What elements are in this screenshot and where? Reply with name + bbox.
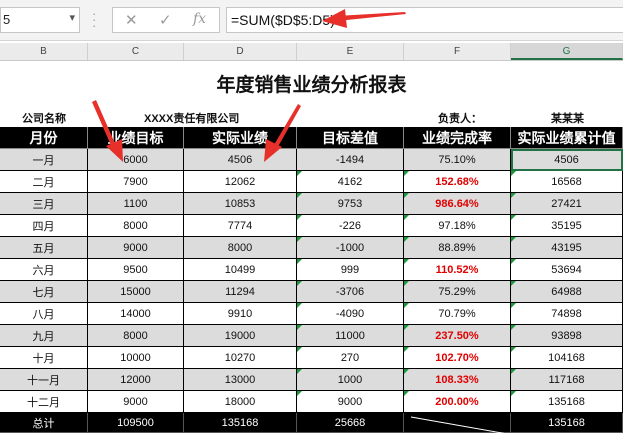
annotation-arrows (92, 9, 520, 436)
arrow-to-c5 (92, 100, 117, 150)
arrow-to-formula (336, 12, 406, 21)
arrow-to-c5-head (106, 139, 123, 162)
shape-line (410, 416, 520, 436)
arrow-to-formula-head (322, 9, 347, 28)
